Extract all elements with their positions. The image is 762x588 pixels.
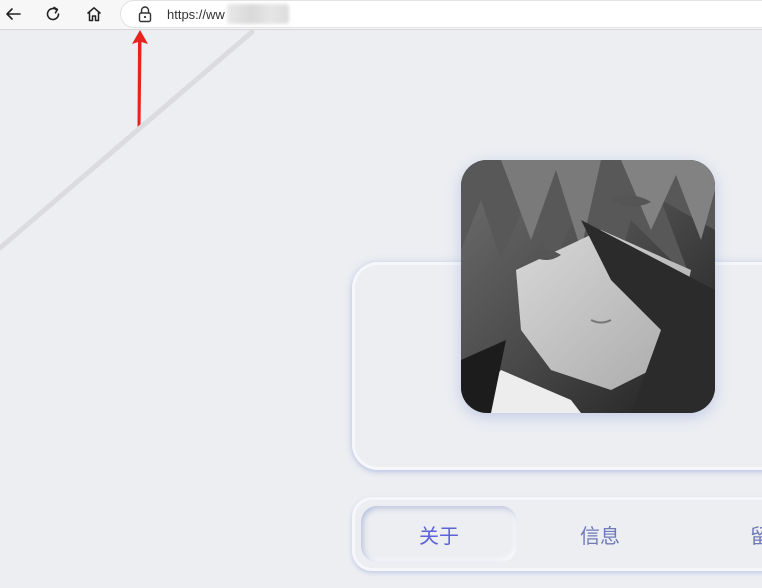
tab-about[interactable]: 关于 xyxy=(361,506,517,562)
avatar[interactable] xyxy=(461,160,715,413)
decorative-diagonal-line xyxy=(0,30,255,251)
home-icon xyxy=(87,7,101,22)
address-bar[interactable]: https://ww xyxy=(120,0,762,28)
tab-message[interactable]: 留 xyxy=(682,506,762,562)
home-button[interactable] xyxy=(81,2,107,26)
back-button[interactable] xyxy=(0,2,26,26)
reload-icon xyxy=(46,6,60,21)
tab-info[interactable]: 信息 xyxy=(522,506,678,562)
reload-button[interactable] xyxy=(40,2,66,26)
tab-bar: 关于 信息 留 xyxy=(352,497,762,571)
redacted-url-blur xyxy=(227,4,289,24)
anime-avatar-image xyxy=(461,160,715,413)
back-arrow-icon xyxy=(6,8,21,20)
lock-icon[interactable] xyxy=(137,5,153,23)
browser-toolbar: https://ww xyxy=(0,0,762,30)
url-text: https://ww xyxy=(167,7,225,22)
